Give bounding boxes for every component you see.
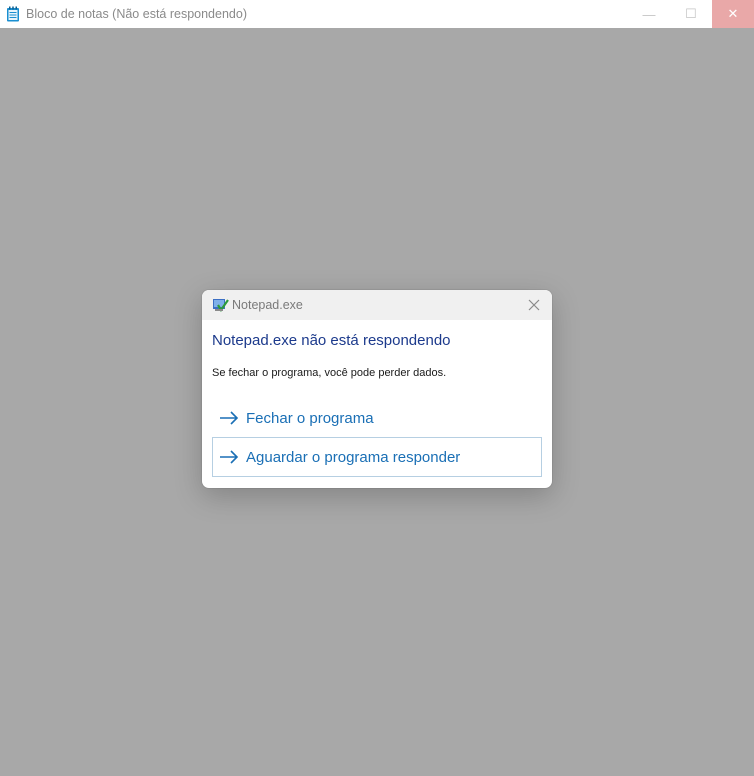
- notepad-icon: [7, 6, 19, 22]
- dialog-heading: Notepad.exe não está respondendo: [212, 332, 451, 349]
- close-program-option[interactable]: Fechar o programa: [212, 398, 542, 438]
- window-title: Bloco de notas (Não está respondendo): [26, 7, 247, 21]
- program-icon: [213, 299, 229, 313]
- dialog-header: Notepad.exe: [202, 290, 552, 320]
- window-titlebar: Bloco de notas (Não está respondendo) — …: [0, 0, 754, 28]
- close-icon: [528, 299, 540, 311]
- minimize-icon: —: [642, 6, 656, 22]
- close-program-label: Fechar o programa: [246, 409, 374, 427]
- close-window-icon: ✕: [727, 6, 739, 21]
- window-controls: — ☐ ✕: [628, 0, 754, 28]
- arrow-right-icon: [220, 450, 239, 464]
- dialog-message: Se fechar o programa, você pode perder d…: [212, 367, 447, 379]
- minimize-button[interactable]: —: [628, 0, 670, 28]
- close-window-button[interactable]: ✕: [712, 0, 754, 28]
- not-responding-dialog: Notepad.exe Notepad.exe não está respond…: [202, 290, 552, 488]
- wait-program-label: Aguardar o programa responder: [246, 448, 461, 466]
- maximize-icon: ☐: [685, 6, 697, 21]
- dialog-title: Notepad.exe: [232, 298, 303, 312]
- maximize-button[interactable]: ☐: [670, 0, 712, 28]
- arrow-right-icon: [220, 411, 239, 425]
- dialog-close-button[interactable]: [524, 295, 544, 315]
- wait-program-option[interactable]: Aguardar o programa responder: [212, 437, 542, 477]
